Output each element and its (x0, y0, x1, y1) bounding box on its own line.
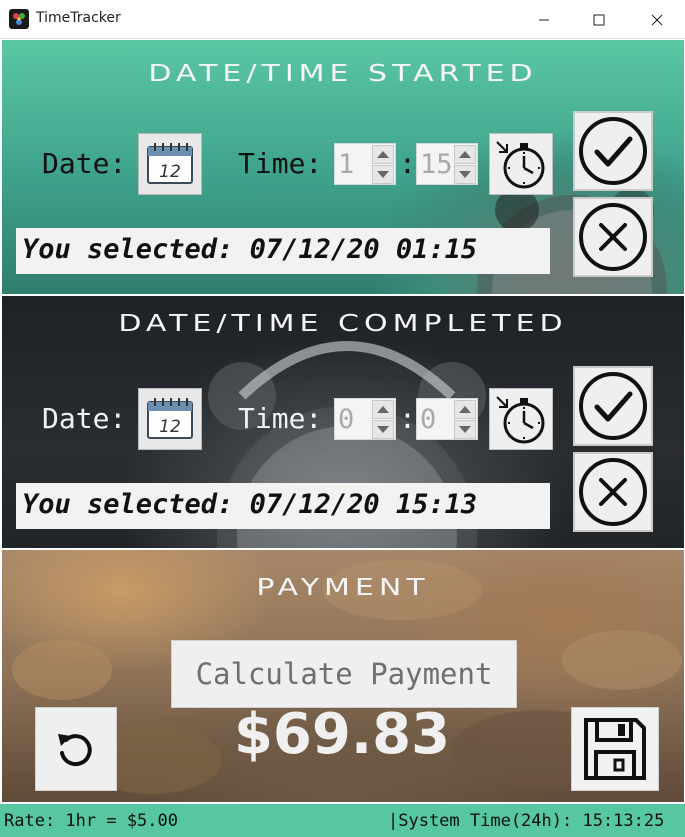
started-minute-up-button[interactable] (454, 145, 476, 164)
payment-panel: PAYMENT Calculate Payment $69.83 (2, 550, 684, 802)
completed-minute-value[interactable]: 0 (420, 404, 436, 435)
started-minute-value[interactable]: 15 (420, 149, 453, 180)
started-panel: DATE/TIME STARTED Date: 12 Time: 1 : 15 (2, 40, 684, 294)
minimize-button[interactable] (515, 0, 573, 39)
started-minute-stepper[interactable]: 15 (416, 143, 478, 185)
started-hour-down-button[interactable] (372, 165, 394, 184)
completed-cancel-button[interactable] (573, 452, 653, 532)
app-icon (9, 9, 29, 29)
close-button[interactable] (628, 0, 685, 39)
started-hour-stepper[interactable]: 1 (334, 143, 396, 185)
completed-selected-text: You selected: 07/12/20 15:13 (16, 483, 550, 529)
reset-button[interactable] (35, 707, 117, 791)
started-heading: DATE/TIME STARTED (148, 59, 538, 88)
completed-time-colon: : (399, 402, 416, 435)
minimize-icon (539, 19, 549, 20)
status-bar: Rate: 1hr = $5.00 |System Time(24h): 15:… (0, 804, 685, 837)
payment-amount: $69.83 (233, 702, 451, 767)
started-confirm-button[interactable] (573, 111, 653, 191)
completed-hour-up-button[interactable] (372, 400, 394, 419)
close-icon (651, 14, 663, 25)
window-title: TimeTracker (36, 10, 121, 26)
completed-heading: DATE/TIME COMPLETED (118, 309, 568, 338)
check-circle-icon (579, 372, 647, 440)
x-circle-icon (579, 203, 647, 271)
completed-panel: DATE/TIME COMPLETED Date: 12 Time: 0 : 0 (2, 296, 684, 548)
started-now-button[interactable] (489, 133, 553, 195)
arrow-down-icon (377, 171, 389, 178)
arrow-up-icon (459, 151, 471, 158)
completed-calendar-button[interactable]: 12 (138, 388, 202, 450)
check-circle-icon (579, 117, 647, 185)
arrow-up-icon (377, 406, 389, 413)
started-time-label: Time: (238, 147, 323, 180)
stopwatch-icon (496, 141, 545, 189)
rate-text: Rate: 1hr = $5.00 (4, 811, 178, 831)
completed-minute-stepper[interactable]: 0 (416, 398, 478, 440)
started-calendar-button[interactable]: 12 (138, 133, 202, 195)
system-time-text: |System Time(24h): 15:13:25 (388, 811, 665, 831)
refresh-icon (58, 734, 92, 767)
completed-time-label: Time: (238, 402, 323, 435)
title-bar: TimeTracker (0, 0, 685, 39)
arrow-down-icon (459, 426, 471, 433)
started-minute-down-button[interactable] (454, 165, 476, 184)
started-cancel-button[interactable] (573, 197, 653, 277)
completed-hour-value[interactable]: 0 (338, 404, 354, 435)
floppy-disk-icon (584, 718, 646, 780)
arrow-up-icon (377, 151, 389, 158)
started-date-label: Date: (42, 147, 127, 180)
maximize-icon (593, 14, 605, 25)
completed-hour-stepper[interactable]: 0 (334, 398, 396, 440)
started-selected-text: You selected: 07/12/20 01:15 (16, 228, 550, 274)
payment-heading: PAYMENT (256, 573, 430, 602)
completed-hour-down-button[interactable] (372, 420, 394, 439)
calendar-icon: 12 (147, 398, 193, 439)
completed-minute-down-button[interactable] (454, 420, 476, 439)
svg-text:12: 12 (159, 162, 181, 182)
completed-confirm-button[interactable] (573, 366, 653, 446)
calendar-icon: 12 (147, 143, 193, 184)
save-button[interactable] (571, 707, 659, 791)
started-hour-value[interactable]: 1 (338, 149, 354, 180)
completed-minute-up-button[interactable] (454, 400, 476, 419)
x-circle-icon (579, 458, 647, 526)
maximize-button[interactable] (570, 0, 628, 39)
stopwatch-icon (496, 396, 545, 444)
arrow-down-icon (377, 426, 389, 433)
arrow-down-icon (459, 171, 471, 178)
calculate-payment-button[interactable]: Calculate Payment (171, 640, 517, 708)
started-time-colon: : (399, 147, 416, 180)
arrow-up-icon (459, 406, 471, 413)
completed-date-label: Date: (42, 402, 127, 435)
svg-text:12: 12 (159, 417, 181, 437)
started-hour-up-button[interactable] (372, 145, 394, 164)
completed-now-button[interactable] (489, 388, 553, 450)
